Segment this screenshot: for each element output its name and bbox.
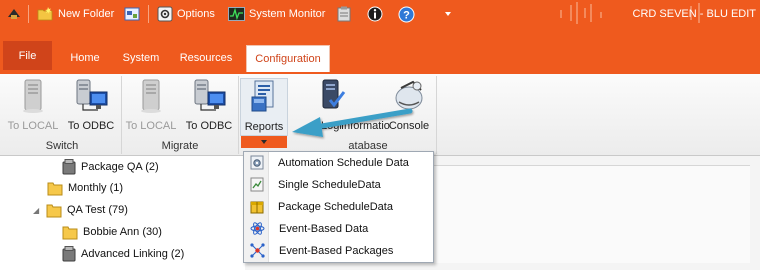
reports-label: Reports <box>244 121 284 133</box>
server-network-icon <box>76 79 108 111</box>
migrate-group-label: Migrate <box>161 140 199 152</box>
group-separator <box>238 76 239 154</box>
clipboard-button[interactable] <box>337 5 351 23</box>
switch-to-local-label: To LOCAL <box>7 120 59 132</box>
new-folder-icon <box>37 7 53 21</box>
tree-item[interactable]: Advanced Linking (2) <box>62 244 184 264</box>
tab-file[interactable]: File <box>3 41 52 70</box>
system-monitor-icon <box>228 7 245 21</box>
properties-icon <box>124 7 140 21</box>
tree-item[interactable]: Package QA (2) <box>62 157 159 177</box>
tab-system[interactable]: System <box>116 47 166 70</box>
properties-button[interactable] <box>124 5 140 23</box>
options-icon <box>157 6 173 22</box>
window-title: CRD SEVEN - BLU EDIT <box>632 8 756 20</box>
tree-item[interactable]: ◢ QA Test (79) <box>33 200 128 220</box>
tree-item-label: Package QA (2) <box>81 161 159 173</box>
content-panel <box>432 165 750 263</box>
chevron-down-icon <box>261 140 267 144</box>
ribbon-tab-bar: File Home System Resources Configuration <box>0 28 760 74</box>
menu-item-label: Automation Schedule Data <box>278 156 409 169</box>
folder-icon <box>47 182 63 196</box>
tab-home[interactable]: Home <box>62 47 108 70</box>
menu-item-automation-schedule-data[interactable]: Automation Schedule Data <box>245 152 432 173</box>
system-monitor-label: System Monitor <box>249 8 326 20</box>
package-icon <box>250 201 264 214</box>
help-icon: ? <box>398 6 415 22</box>
server-icon <box>23 79 43 113</box>
options-label: Options <box>177 8 215 20</box>
customize-toolbar-dropdown[interactable] <box>444 5 452 23</box>
chevron-down-icon <box>445 12 451 16</box>
menu-item-single-schedule-data[interactable]: Single ScheduleData <box>245 174 432 195</box>
migrate-to-local-button[interactable]: To LOCAL <box>122 78 180 136</box>
options-button[interactable]: Options <box>157 5 215 23</box>
chart-document-icon <box>250 177 264 192</box>
switch-to-odbc-button[interactable]: To ODBC <box>62 78 120 136</box>
tree-item-label: Monthly (1) <box>68 182 124 194</box>
menu-item-label: Event-Based Data <box>279 222 369 235</box>
quick-access-toolbar: New Folder Options System Monitor ? CRD … <box>0 0 760 28</box>
migrate-to-local-label: To LOCAL <box>125 120 177 132</box>
tab-resources[interactable]: Resources <box>174 47 238 70</box>
system-monitor-button[interactable]: System Monitor <box>228 5 325 23</box>
callout-arrow <box>292 108 413 137</box>
new-folder-button[interactable]: New Folder <box>37 5 114 23</box>
reports-menu: Automation Schedule Data Single Schedule… <box>243 151 434 263</box>
menu-item-package-schedule-data[interactable]: Package ScheduleData <box>245 196 432 217</box>
window-border <box>760 0 767 277</box>
menu-item-event-based-packages[interactable]: Event-Based Packages <box>245 240 432 261</box>
info-icon <box>367 6 383 22</box>
switch-to-odbc-label: To ODBC <box>67 120 115 132</box>
server-network-icon <box>194 79 226 111</box>
reports-icon <box>251 80 274 112</box>
switch-to-local-button[interactable]: To LOCAL <box>4 78 62 136</box>
clipboard-icon <box>337 6 351 22</box>
app-menu-icon[interactable] <box>6 5 22 23</box>
package-icon <box>62 246 76 262</box>
folder-icon <box>46 204 62 218</box>
tree-item[interactable]: Bobbie Ann (30) <box>62 222 162 242</box>
migrate-to-odbc-button[interactable]: To ODBC <box>180 78 238 136</box>
package-icon <box>62 159 76 175</box>
new-folder-label: New Folder <box>58 8 115 20</box>
tree-item-label: QA Test (79) <box>67 204 128 216</box>
group-separator <box>436 76 437 154</box>
reports-button[interactable]: Reports <box>240 78 288 136</box>
folder-icon <box>62 226 78 240</box>
tree-item-label: Advanced Linking (2) <box>81 248 185 260</box>
menu-item-label: Single ScheduleData <box>278 178 381 191</box>
network-icon <box>250 243 265 258</box>
server-icon <box>141 79 161 113</box>
switch-group-label: Switch <box>45 140 79 152</box>
reports-dropdown-toggle[interactable] <box>241 136 287 148</box>
collapse-icon[interactable]: ◢ <box>33 206 41 215</box>
window-border <box>0 270 767 277</box>
atom-icon <box>250 222 265 235</box>
tree-item[interactable]: Monthly (1) <box>47 178 123 198</box>
folder-tree: Package QA (2) Monthly (1) ◢ QA Test (79… <box>0 156 245 270</box>
menu-item-label: Package ScheduleData <box>278 200 393 213</box>
tree-item-label: Bobbie Ann (30) <box>83 226 162 238</box>
migrate-to-odbc-label: To ODBC <box>185 120 233 132</box>
gear-document-icon <box>250 155 264 170</box>
tab-configuration[interactable]: Configuration <box>246 45 330 72</box>
info-button[interactable] <box>367 5 383 23</box>
menu-item-label: Event-Based Packages <box>279 244 394 257</box>
help-button[interactable]: ? <box>398 5 415 23</box>
svg-text:?: ? <box>403 9 410 21</box>
menu-item-event-based-data[interactable]: Event-Based Data <box>245 218 432 239</box>
